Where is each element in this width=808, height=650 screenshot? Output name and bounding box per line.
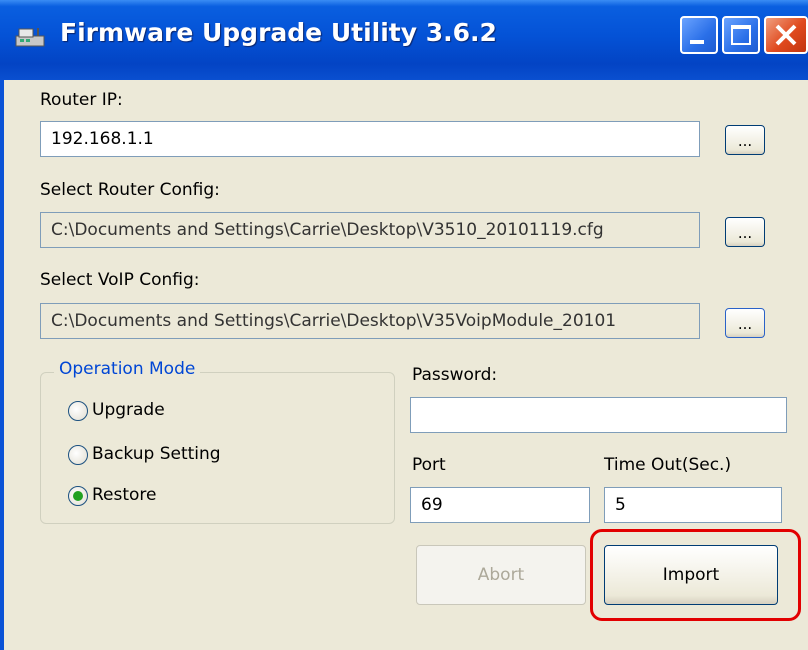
maximize-button[interactable] <box>722 16 760 54</box>
restore-radio[interactable] <box>68 486 88 506</box>
minimize-icon <box>690 40 704 44</box>
password-label: Password: <box>412 365 498 385</box>
window-left-frame <box>0 80 4 650</box>
close-icon <box>775 24 797 46</box>
import-highlight-box <box>590 529 801 621</box>
voip-config-path-field[interactable]: C:\Documents and Settings\Carrie\Desktop… <box>40 303 700 339</box>
operation-mode-title: Operation Mode <box>54 359 201 379</box>
router-config-path-field[interactable]: C:\Documents and Settings\Carrie\Desktop… <box>40 212 700 248</box>
close-button[interactable] <box>764 16 808 54</box>
minimize-button[interactable] <box>680 16 718 54</box>
password-input[interactable] <box>410 397 787 433</box>
window-title: Firmware Upgrade Utility 3.6.2 <box>60 18 497 47</box>
backup-setting-radio[interactable] <box>68 445 88 465</box>
voip-config-browse-button[interactable]: ... <box>725 308 765 338</box>
voip-config-label: Select VoIP Config: <box>40 270 200 290</box>
maximize-icon <box>731 25 751 45</box>
firmware-upgrade-window: Firmware Upgrade Utility 3.6.2 Router IP… <box>0 0 808 650</box>
restore-radio-label[interactable]: Restore <box>92 485 157 505</box>
port-input[interactable]: 69 <box>410 487 590 523</box>
router-config-label: Select Router Config: <box>40 180 220 200</box>
port-label: Port <box>412 455 446 475</box>
abort-button[interactable]: Abort <box>416 545 586 605</box>
app-icon <box>14 26 48 48</box>
restore-selected-dot <box>73 491 83 501</box>
title-bar[interactable]: Firmware Upgrade Utility 3.6.2 <box>0 0 808 80</box>
timeout-label: Time Out(Sec.) <box>604 455 732 475</box>
router-ip-label: Router IP: <box>40 90 123 110</box>
upgrade-radio-label[interactable]: Upgrade <box>92 400 165 420</box>
upgrade-radio[interactable] <box>68 401 88 421</box>
router-ip-input[interactable]: 192.168.1.1 <box>40 121 700 157</box>
router-ip-browse-button[interactable]: ... <box>725 125 765 155</box>
timeout-input[interactable]: 5 <box>604 487 782 523</box>
router-config-browse-button[interactable]: ... <box>725 217 765 247</box>
backup-setting-radio-label[interactable]: Backup Setting <box>92 444 221 464</box>
